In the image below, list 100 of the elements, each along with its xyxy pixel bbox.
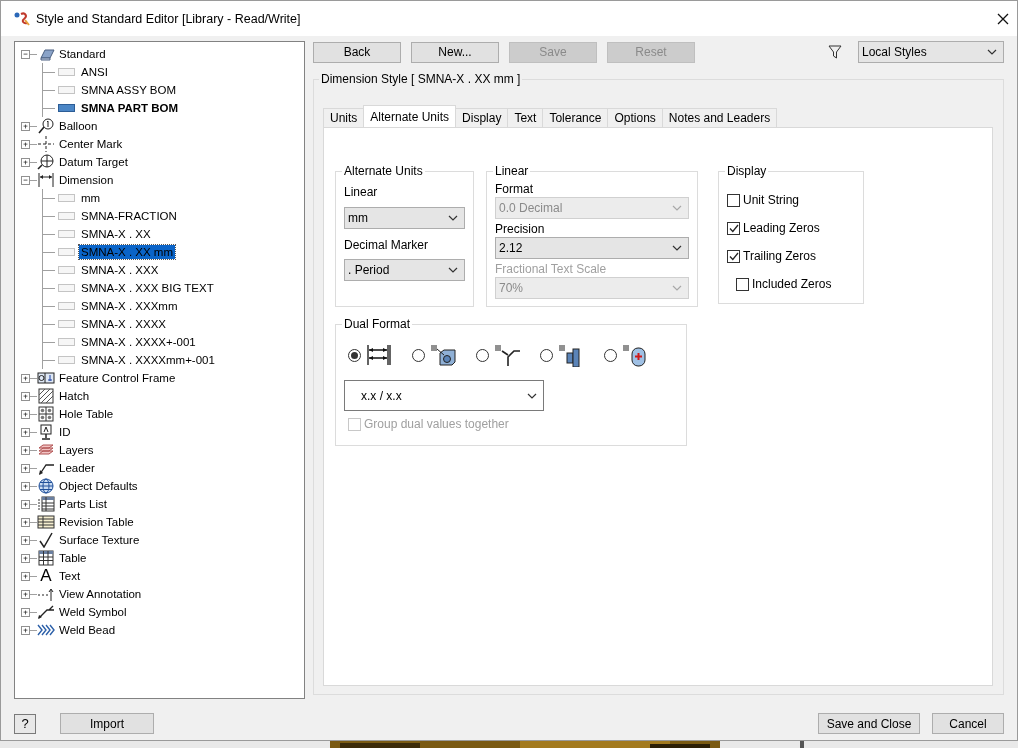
tab[interactable]: Display: [455, 108, 509, 127]
weld-bead-icon: [37, 622, 55, 638]
frame-icon: [37, 370, 55, 386]
weld-symbol-icon: [37, 604, 55, 620]
collapse-icon[interactable]: [21, 175, 30, 185]
tab[interactable]: Notes and Leaders: [661, 108, 778, 127]
decimal-marker-dropdown[interactable]: . Period: [344, 259, 465, 281]
tree-item[interactable]: View Annotation: [57, 587, 144, 601]
tree-item[interactable]: Leader: [57, 461, 97, 475]
tree-item[interactable]: ID: [57, 425, 73, 439]
radio-button[interactable]: [540, 348, 553, 362]
toolbar-button[interactable]: Back: [313, 41, 401, 63]
expand-icon[interactable]: [21, 625, 30, 635]
help-button[interactable]: ?: [14, 713, 36, 734]
expand-icon[interactable]: [21, 607, 30, 617]
save-and-close-button[interactable]: Save and Close: [818, 713, 920, 734]
chevron-icon: [987, 49, 997, 55]
parts-list-icon: [37, 496, 55, 512]
text-glyph-icon: A: [37, 568, 55, 584]
expand-icon[interactable]: [21, 121, 30, 131]
tree-item[interactable]: SMNA-X . XX: [79, 227, 153, 241]
tree-item[interactable]: Feature Control Frame: [57, 371, 178, 385]
tree-item[interactable]: Table: [57, 551, 89, 565]
checkbox[interactable]: [727, 193, 740, 207]
linear-unit-dropdown[interactable]: mm: [344, 207, 465, 229]
tree-item[interactable]: Weld Symbol: [57, 605, 129, 619]
tree-item[interactable]: Text: [57, 569, 83, 583]
expand-icon[interactable]: [21, 463, 30, 473]
cancel-button[interactable]: Cancel: [932, 713, 1004, 734]
import-button[interactable]: Import: [60, 713, 154, 734]
tree-item[interactable]: SMNA-FRACTION: [79, 209, 179, 223]
field-label: Linear: [344, 185, 379, 199]
style-filter-dropdown[interactable]: Local Styles: [858, 41, 1004, 63]
expand-icon[interactable]: [21, 157, 30, 167]
tree-item[interactable]: SMNA-X . XXXmm: [79, 299, 180, 313]
tree-item[interactable]: Center Mark: [57, 137, 125, 151]
expand-icon[interactable]: [21, 373, 30, 383]
checkbox[interactable]: [736, 277, 749, 291]
tab[interactable]: Alternate Units: [363, 105, 457, 127]
capsule-icon: [622, 343, 648, 367]
tree-item[interactable]: Hole Table: [57, 407, 116, 421]
tab[interactable]: Units: [323, 108, 365, 127]
tab[interactable]: Options: [607, 108, 663, 127]
tree-item[interactable]: SMNA-X . XXXX: [79, 317, 168, 331]
toolbar-button[interactable]: New...: [411, 41, 499, 63]
checkbox-label: Trailing Zeros: [743, 249, 816, 263]
expand-icon[interactable]: [21, 535, 30, 545]
hole-table-icon: [37, 406, 55, 422]
tree-item[interactable]: Surface Texture: [57, 533, 142, 547]
expand-icon[interactable]: [21, 553, 30, 563]
precision-dropdown[interactable]: 2.12: [495, 237, 689, 259]
tree-item[interactable]: Balloon: [57, 119, 100, 133]
tree-item[interactable]: Datum Target: [57, 155, 130, 169]
tree-item[interactable]: SMNA-X . XXXX+-001: [79, 335, 198, 349]
tree-item[interactable]: Hatch: [57, 389, 92, 403]
datum-target-icon: [37, 154, 55, 170]
tree-item[interactable]: Parts List: [57, 497, 109, 511]
tree-item[interactable]: Dimension: [57, 173, 116, 187]
expand-icon[interactable]: [21, 499, 30, 509]
group-title: Alternate Units: [343, 164, 424, 178]
expand-icon[interactable]: [21, 517, 30, 527]
revision-table-icon: [37, 514, 55, 530]
dual-dimension-icon: [366, 343, 392, 367]
filter-icon[interactable]: [828, 45, 842, 59]
expand-icon[interactable]: [21, 445, 30, 455]
tree-item[interactable]: Standard: [57, 47, 108, 61]
chevron-icon: [672, 285, 682, 291]
tree-item[interactable]: SMNA-X . XXX BIG TEXT: [79, 281, 216, 295]
expand-icon[interactable]: [21, 589, 30, 599]
expand-icon[interactable]: [21, 571, 30, 581]
tree-item[interactable]: Layers: [57, 443, 96, 457]
tree-item[interactable]: ANSI: [79, 65, 110, 79]
tree-item[interactable]: mm: [79, 191, 103, 205]
tree-item[interactable]: SMNA-X . XXX: [79, 263, 161, 277]
expand-icon[interactable]: [21, 139, 30, 149]
expand-icon[interactable]: [21, 391, 30, 401]
chevron-icon: [527, 392, 537, 399]
tree-item[interactable]: Object Defaults: [57, 479, 140, 493]
radio-button[interactable]: [604, 348, 617, 362]
dual-format-dropdown[interactable]: x.x / x.x: [344, 380, 544, 411]
expand-icon[interactable]: [21, 409, 30, 419]
radio-button[interactable]: [412, 348, 425, 362]
tree-item[interactable]: Weld Bead: [57, 623, 118, 637]
tree-item[interactable]: SMNA ASSY BOM: [79, 83, 178, 97]
tree-item[interactable]: SMNA-X . XX mm: [79, 245, 175, 259]
radio-button[interactable]: [348, 348, 361, 362]
dimension-icon: [37, 172, 55, 188]
tree-item[interactable]: SMNA-X . XXXXmm+-001: [79, 353, 217, 367]
tree-item[interactable]: SMNA PART BOM: [79, 101, 181, 115]
expand-icon[interactable]: [21, 427, 30, 437]
radio-button[interactable]: [476, 348, 489, 362]
collapse-icon[interactable]: [21, 49, 30, 59]
expand-icon[interactable]: [21, 481, 30, 491]
checkbox[interactable]: [727, 221, 740, 235]
close-icon[interactable]: [997, 12, 1009, 25]
checkbox[interactable]: [727, 249, 740, 263]
chevron-icon: [448, 215, 458, 221]
field-label: Fractional Text Scale: [495, 262, 608, 276]
tree-item[interactable]: Revision Table: [57, 515, 136, 529]
chevron-icon: [448, 267, 458, 273]
